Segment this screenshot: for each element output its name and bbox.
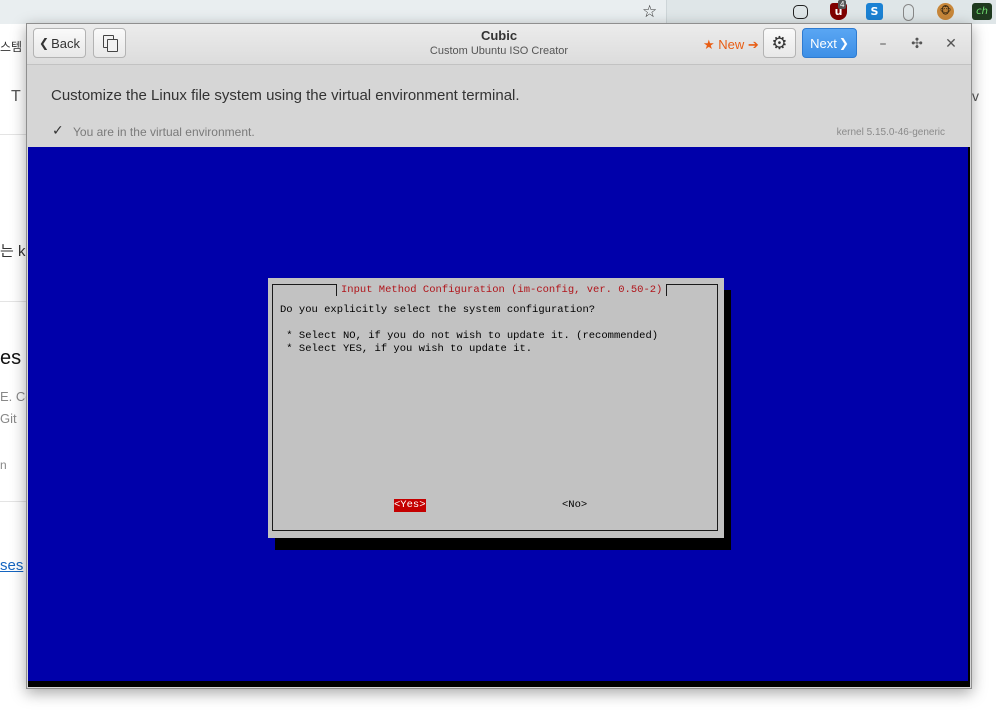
back-button[interactable]: ❮ Back <box>33 28 86 58</box>
dialog-option-line: * Select YES, if you wish to update it. <box>280 343 533 355</box>
back-button-label: Back <box>51 35 80 51</box>
no-button[interactable]: <No> <box>562 499 587 512</box>
background-browser-toolbar: ☆ u 4 S 🐵 ch <box>0 0 996 24</box>
background-text-fragment: n <box>0 458 7 472</box>
background-text-fragment: v <box>972 88 979 104</box>
cubic-window: ❮ Back Cubic Custom Ubuntu ISO Creator ★… <box>26 23 972 689</box>
chevron-left-icon: ❮ <box>39 36 50 50</box>
copy-icon <box>102 35 118 52</box>
pocket-icon[interactable] <box>793 5 808 19</box>
yes-button[interactable]: <Yes> <box>394 499 426 512</box>
kernel-version: kernel 5.15.0-46-generic <box>836 127 945 138</box>
background-text-fragment: 는 k <box>0 243 26 260</box>
mouse-extension-icon[interactable] <box>903 4 914 21</box>
next-button[interactable]: Next ❯ <box>802 28 857 58</box>
app-subtitle: Custom Ubuntu ISO Creator <box>429 45 569 57</box>
status-text: You are in the virtual environment. <box>73 125 255 139</box>
window-title-block: Cubic Custom Ubuntu ISO Creator <box>357 28 641 58</box>
virtual-environment-terminal[interactable]: Input Method Configuration (im-config, v… <box>28 147 970 687</box>
dialog-option-line: * Select NO, if you do not wish to updat… <box>280 330 659 342</box>
background-link-fragment[interactable]: ses <box>0 557 23 574</box>
dialog-title: Input Method Configuration (im-config, v… <box>336 284 668 296</box>
dialog-question: Do you explicitly select the system conf… <box>280 304 596 316</box>
header-bar: ❮ Back Cubic Custom Ubuntu ISO Creator ★… <box>27 24 971 65</box>
background-text-fragment: Git <box>0 411 17 426</box>
chevron-right-icon: ❯ <box>838 36 849 50</box>
instructions-text: Customize the Linux file system using th… <box>51 87 520 104</box>
copy-button[interactable] <box>93 28 126 58</box>
ublock-badge: 4 <box>838 0 847 9</box>
im-config-dialog: Input Method Configuration (im-config, v… <box>268 278 724 538</box>
minimize-icon[interactable]: – <box>873 34 893 54</box>
settings-button[interactable]: ⚙ <box>763 28 796 58</box>
background-text-fragment: 스템 <box>0 40 23 54</box>
gear-icon: ⚙ <box>771 32 788 54</box>
close-icon[interactable]: ✕ <box>941 34 961 54</box>
maximize-icon[interactable]: ✣ <box>907 34 927 54</box>
new-link[interactable]: ★ New ➔ <box>703 37 759 53</box>
next-button-label: Next <box>810 35 837 51</box>
background-text-fragment: es <box>0 347 22 369</box>
bookmark-star-icon[interactable]: ☆ <box>642 3 657 21</box>
app-title: Cubic <box>480 28 518 43</box>
background-text-fragment: T <box>11 88 21 105</box>
s-extension-icon[interactable]: S <box>866 3 883 20</box>
checkmark-icon: ✓ <box>52 123 64 139</box>
ch-extension-icon[interactable]: ch <box>972 3 992 20</box>
background-address-bar <box>0 0 667 24</box>
monkey-extension-icon[interactable]: 🐵 <box>937 3 954 20</box>
dialog-frame: Input Method Configuration (im-config, v… <box>272 284 718 531</box>
